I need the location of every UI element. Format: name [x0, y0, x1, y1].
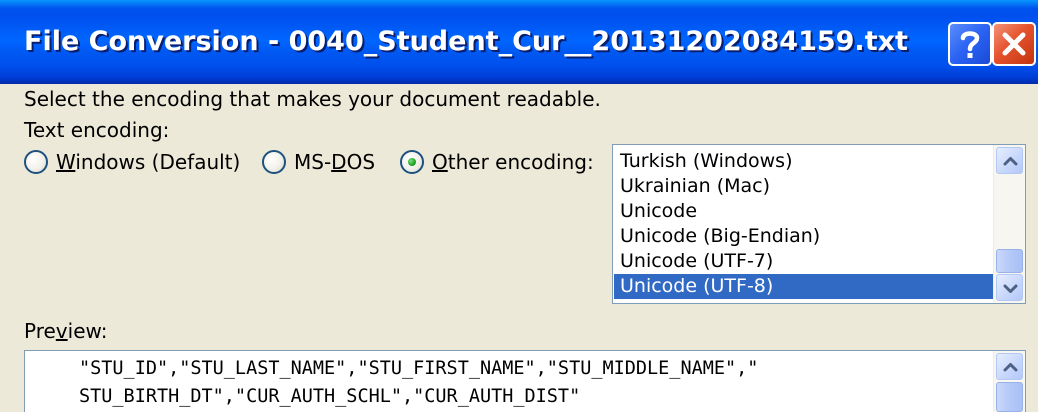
- radio-label-other-encoding: Other encoding:: [432, 150, 594, 174]
- preview-scrollbar[interactable]: [993, 351, 1025, 412]
- radio-circle[interactable]: [400, 150, 424, 174]
- encoding-option[interactable]: Turkish (Windows): [614, 149, 994, 174]
- chevron-up-icon: [1003, 157, 1018, 166]
- preview-line: "STU_ID","STU_LAST_NAME","STU_FIRST_NAME…: [79, 358, 759, 379]
- text-encoding-label: Text encoding:: [24, 118, 170, 142]
- title-bar[interactable]: File Conversion - 0040_Student_Cur__2013…: [0, 0, 1038, 84]
- dialog-title: File Conversion - 0040_Student_Cur__2013…: [24, 26, 908, 57]
- close-x-icon: [1002, 32, 1026, 56]
- radio-windows-default[interactable]: Windows (Default): [24, 148, 240, 176]
- encoding-list: Turkish (Windows) Ukrainian (Mac) Unicod…: [614, 149, 994, 299]
- close-button[interactable]: [992, 22, 1036, 66]
- scroll-down-button[interactable]: [996, 274, 1023, 301]
- encoding-option[interactable]: Unicode: [614, 199, 994, 224]
- radio-ms-dos[interactable]: MS-DOS: [262, 148, 375, 176]
- help-button[interactable]: [948, 22, 992, 66]
- scroll-thumb[interactable]: [996, 382, 1023, 412]
- encoding-listbox[interactable]: Turkish (Windows) Ukrainian (Mac) Unicod…: [612, 144, 1026, 304]
- preview-pane[interactable]: "STU_ID","STU_LAST_NAME","STU_FIRST_NAME…: [24, 350, 1026, 412]
- encoding-option[interactable]: Unicode (UTF-7): [614, 249, 994, 274]
- preview-text: "STU_ID","STU_LAST_NAME","STU_FIRST_NAME…: [79, 355, 758, 411]
- radio-other-encoding[interactable]: Other encoding:: [400, 148, 594, 176]
- preview-label: Preview:: [24, 319, 108, 343]
- scroll-thumb[interactable]: [996, 249, 1023, 273]
- file-conversion-dialog: File Conversion - 0040_Student_Cur__2013…: [0, 0, 1038, 412]
- radio-circle[interactable]: [262, 150, 286, 174]
- chevron-up-icon: [1003, 363, 1018, 372]
- radio-selected-dot: [408, 158, 416, 166]
- scroll-up-button[interactable]: [996, 353, 1023, 380]
- instruction-text: Select the encoding that makes your docu…: [24, 87, 601, 111]
- encoding-option-selected[interactable]: Unicode (UTF-8): [614, 274, 994, 299]
- encoding-list-scrollbar[interactable]: [993, 145, 1025, 303]
- scroll-up-button[interactable]: [996, 147, 1023, 174]
- radio-label-ms-dos: MS-DOS: [294, 150, 376, 174]
- chevron-down-icon: [1003, 284, 1018, 293]
- question-mark-icon: [960, 31, 980, 58]
- radio-circle[interactable]: [24, 150, 48, 174]
- preview-line: STU_BIRTH_DT","CUR_AUTH_SCHL","CUR_AUTH_…: [79, 386, 581, 407]
- radio-label-windows-default: Windows (Default): [56, 150, 241, 174]
- encoding-option[interactable]: Unicode (Big-Endian): [614, 224, 994, 249]
- encoding-option[interactable]: Ukrainian (Mac): [614, 174, 994, 199]
